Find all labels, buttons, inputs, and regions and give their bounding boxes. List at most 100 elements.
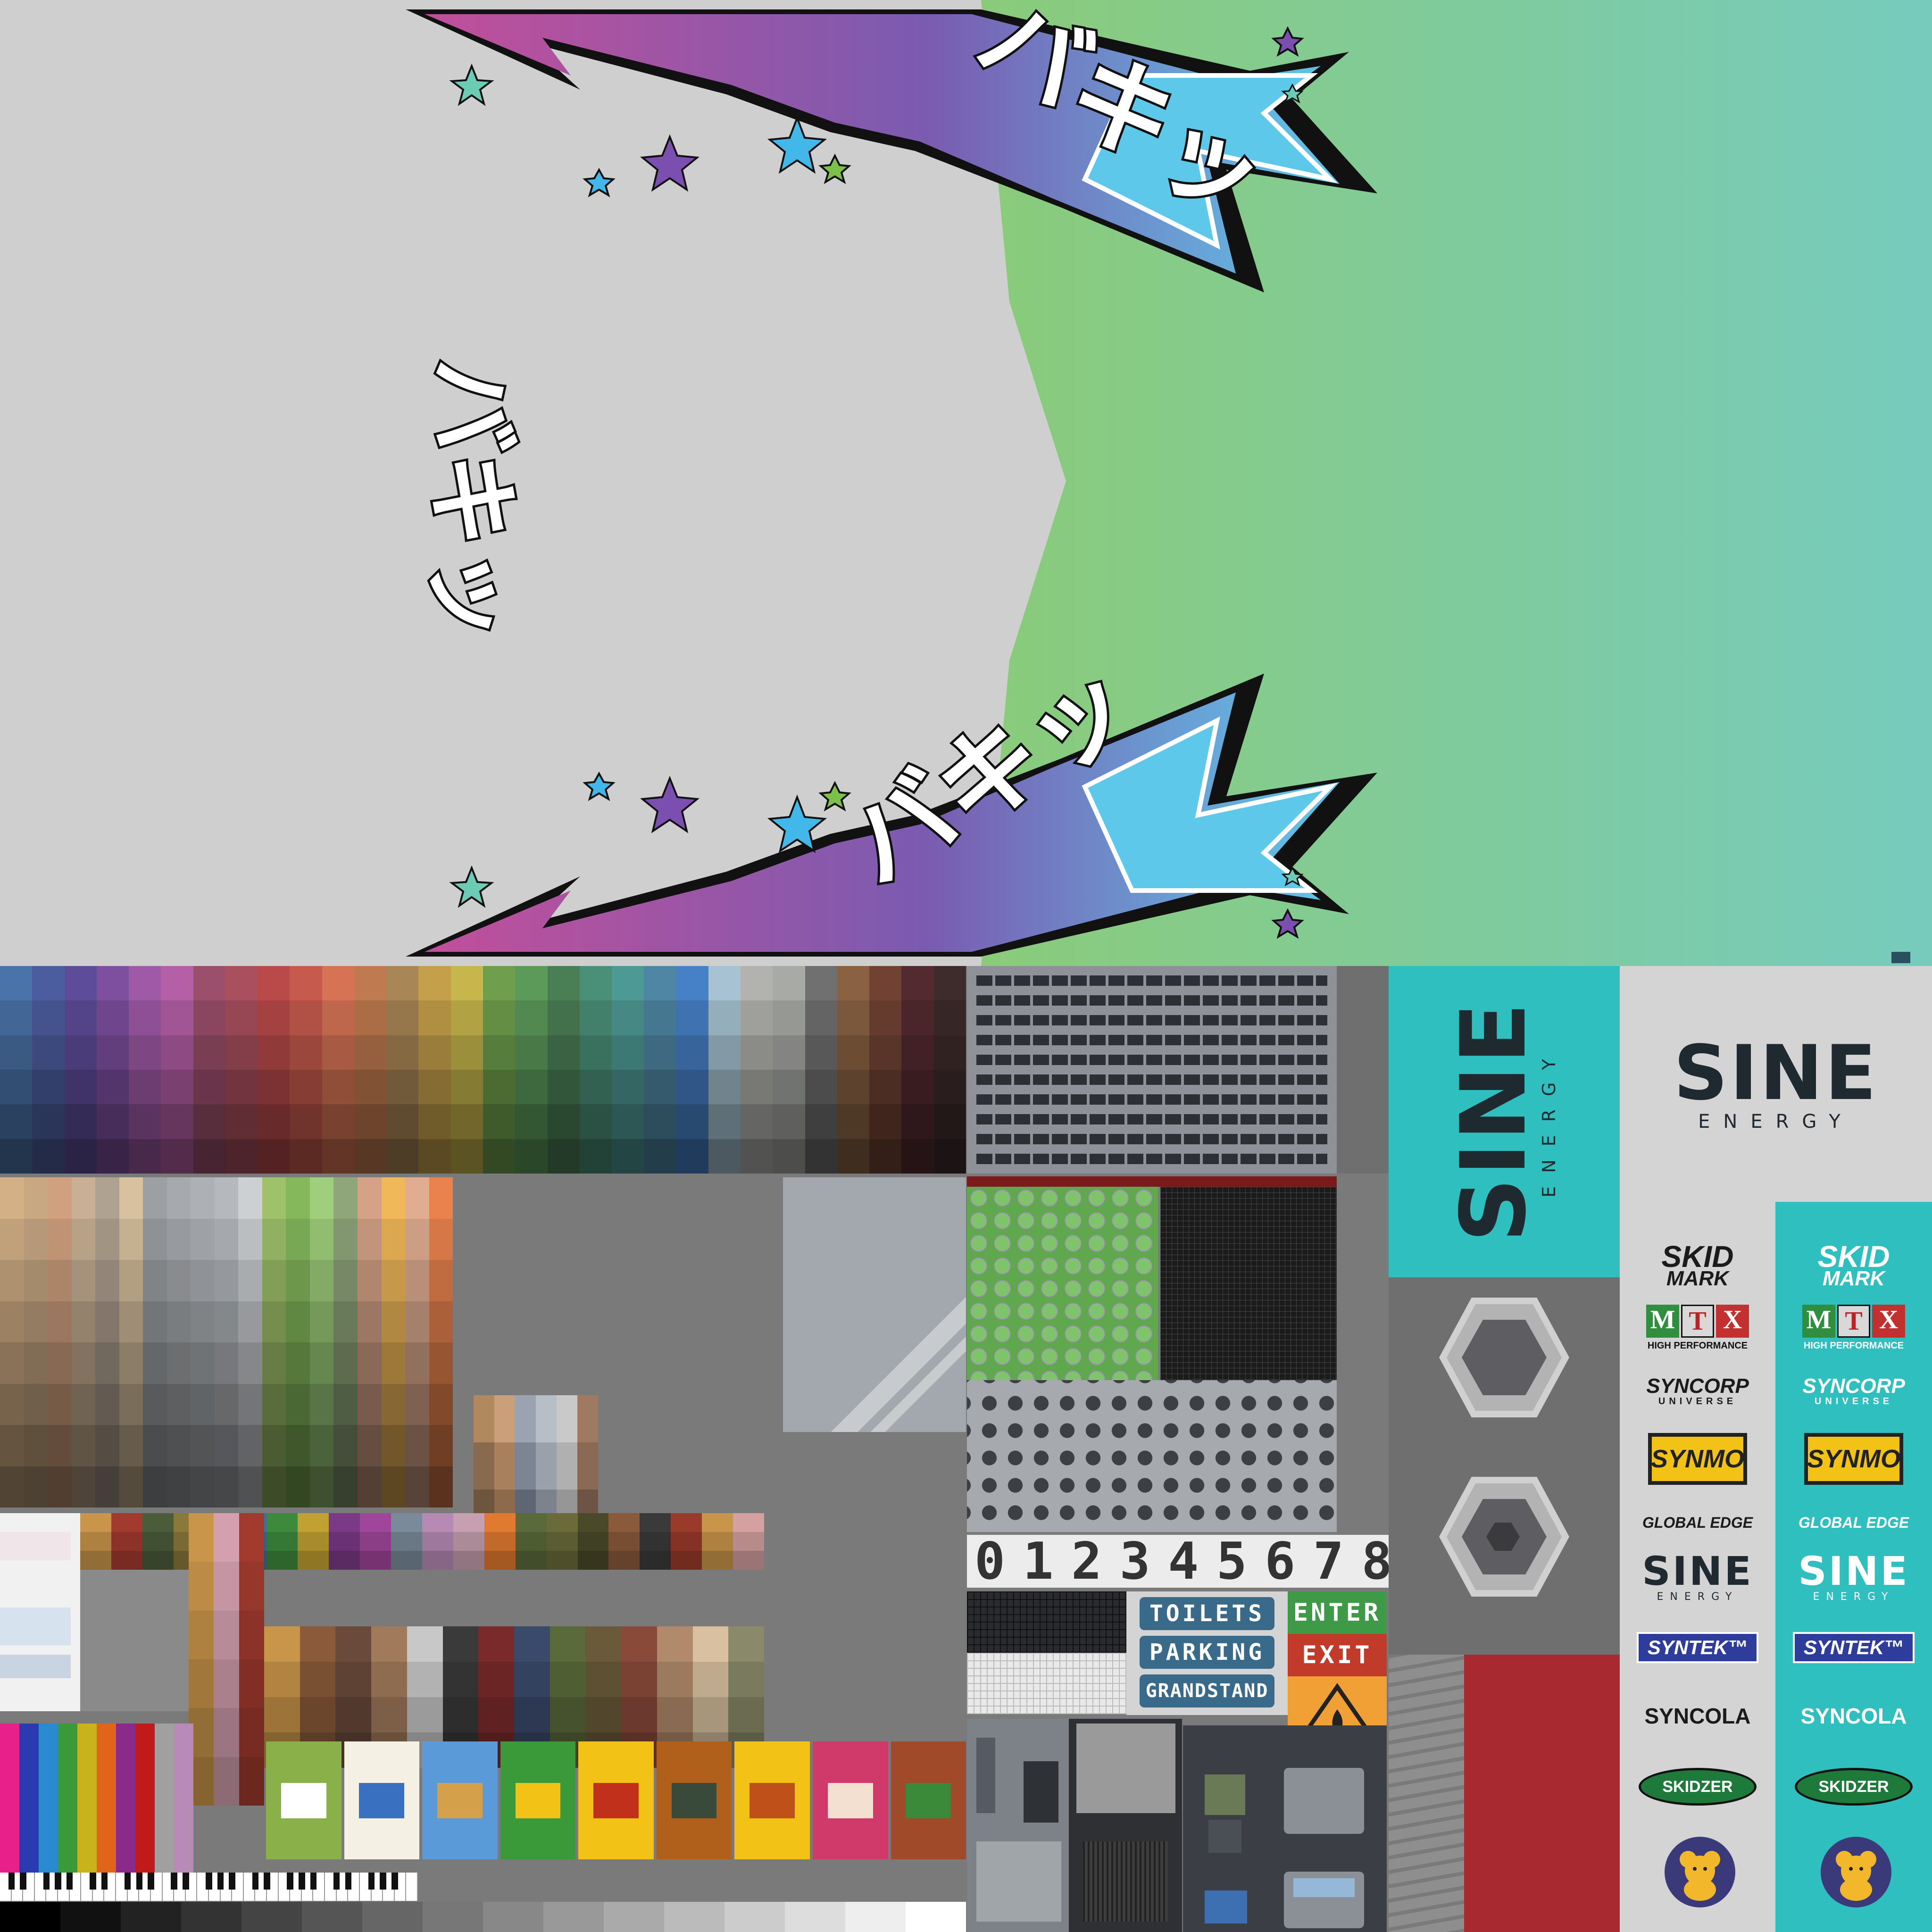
mid-palette-left xyxy=(189,1513,264,1806)
color-bar xyxy=(135,1724,155,1874)
gray-swatch xyxy=(121,1902,181,1932)
palette-swatch xyxy=(258,1139,290,1174)
palette-swatch xyxy=(869,1035,902,1070)
concrete-panel xyxy=(1337,966,1389,1174)
palette-swatch xyxy=(290,1000,322,1035)
palette-swatch xyxy=(143,1425,167,1466)
packaging-label xyxy=(266,1741,341,1859)
palette-column xyxy=(869,966,902,1174)
palette-swatch xyxy=(225,1139,258,1174)
palette-swatch xyxy=(640,1532,671,1551)
palette-column xyxy=(193,966,225,1174)
palette-swatch xyxy=(657,1697,693,1732)
palette-swatch xyxy=(386,1000,419,1035)
palette-swatch xyxy=(262,1425,286,1466)
vent-grille xyxy=(967,966,1337,1174)
palette-swatch xyxy=(262,1260,286,1301)
palette-swatch xyxy=(547,1035,580,1070)
palette-swatch xyxy=(193,1139,225,1174)
palette-swatch xyxy=(48,1466,72,1507)
palette-column xyxy=(266,1513,298,1570)
palette-swatch xyxy=(258,1000,290,1035)
palette-column xyxy=(161,966,193,1174)
palette-swatch xyxy=(579,1069,612,1105)
palette-swatch xyxy=(0,1260,24,1301)
palette-swatch xyxy=(381,1383,406,1425)
palette-swatch xyxy=(621,1697,657,1732)
palette-swatch xyxy=(708,966,741,1001)
palette-swatch xyxy=(515,1104,548,1139)
vent-slot-row xyxy=(976,1114,1327,1124)
palette-swatch xyxy=(258,1035,290,1070)
palette-swatch xyxy=(309,1466,334,1507)
palette-swatch xyxy=(329,1551,360,1570)
palette-swatch xyxy=(773,1104,805,1139)
piano-key xyxy=(66,1873,82,1901)
global-edge-logo-teal: GLOBAL EDGE xyxy=(1798,1514,1909,1531)
palette-swatch xyxy=(214,1466,239,1507)
palette-swatch xyxy=(167,1301,191,1342)
palette-swatch xyxy=(191,1177,215,1219)
palette-swatch xyxy=(119,1383,143,1425)
palette-swatch xyxy=(450,1104,483,1139)
vent-slot-row xyxy=(976,1035,1327,1045)
sine-tagline-vertical: ENERGY xyxy=(1539,1046,1559,1198)
palette-swatch xyxy=(360,1513,391,1532)
hex-bolt-icons xyxy=(1439,1298,1569,1597)
digit-0: 0 xyxy=(974,1532,1006,1591)
palette-swatch xyxy=(322,1000,354,1035)
palette-swatch xyxy=(644,966,676,1001)
palette-swatch xyxy=(238,1466,262,1507)
palette-swatch xyxy=(354,1035,387,1070)
palette-swatch xyxy=(357,1260,382,1301)
palette-swatch xyxy=(671,1532,702,1551)
palette-swatch xyxy=(264,1697,300,1732)
palette-swatch xyxy=(702,1551,733,1570)
palette-swatch xyxy=(901,1000,934,1035)
palette-column xyxy=(676,966,708,1174)
mtx-logo-teal: M T X HIGH PERFORMANCE xyxy=(1799,1305,1908,1363)
palette-swatch xyxy=(80,1551,111,1570)
palette-column xyxy=(644,966,676,1174)
sine-banner-horizontal: SINE ENERGY xyxy=(1620,966,1932,1202)
palette-column xyxy=(381,1177,406,1507)
palette-swatch xyxy=(450,1139,483,1174)
palette-swatch xyxy=(335,1697,372,1732)
palette-swatch xyxy=(80,1513,111,1532)
palette-swatch xyxy=(773,1139,805,1174)
palette-column xyxy=(142,1513,174,1570)
palette-column xyxy=(429,1177,453,1507)
palette-swatch xyxy=(0,1383,24,1425)
palette-swatch xyxy=(422,1551,453,1570)
palette-swatch xyxy=(708,1035,741,1070)
hex-bolt-panel xyxy=(1389,1277,1620,1655)
palette-swatch xyxy=(191,1301,215,1342)
red-trim xyxy=(967,1176,1337,1187)
palette-swatch xyxy=(64,1104,97,1139)
palette-swatch xyxy=(386,1139,419,1174)
palette-swatch xyxy=(612,1000,644,1035)
palette-swatch xyxy=(702,1513,733,1532)
palette-swatch xyxy=(405,1218,429,1260)
palette-swatch xyxy=(24,1301,48,1342)
palette-swatch xyxy=(286,1425,310,1466)
palette-swatch xyxy=(71,1260,96,1301)
palette-swatch xyxy=(32,1104,65,1139)
palette-swatch xyxy=(71,1342,96,1384)
palette-swatch xyxy=(837,1139,870,1174)
palette-swatch xyxy=(193,1104,225,1139)
palette-swatch xyxy=(357,1301,382,1342)
palette-swatch xyxy=(239,1513,264,1562)
palette-swatch xyxy=(429,1425,453,1466)
palette-swatch xyxy=(773,1000,805,1035)
palette-swatch xyxy=(214,1708,239,1757)
teddy-bear-icon xyxy=(1836,1851,1876,1901)
palette-column xyxy=(32,966,65,1174)
tyre-tread xyxy=(1389,1655,1464,1932)
palette-swatch xyxy=(95,1466,119,1507)
palette-column xyxy=(129,966,161,1174)
palette-swatch xyxy=(407,1662,443,1697)
piano-key xyxy=(101,1873,117,1901)
palette-swatch xyxy=(64,966,97,1001)
palette-swatch xyxy=(386,966,419,1001)
